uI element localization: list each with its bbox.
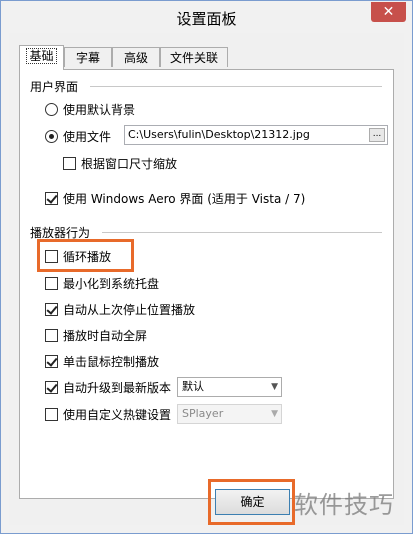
tab-file-association-label: 文件关联 xyxy=(169,51,218,65)
tab-subtitles-label: 字幕 xyxy=(75,51,100,65)
checkbox-custom-hotkeys-box[interactable] xyxy=(45,407,58,421)
checkbox-scale-by-window-label: 根据窗口尺寸缩放 xyxy=(81,156,178,171)
checkbox-resume-playback[interactable]: 自动从上次停止位置播放 xyxy=(45,300,195,318)
ok-button[interactable]: 确定 xyxy=(215,489,290,515)
checkbox-minimize-to-tray-label: 最小化到系统托盘 xyxy=(63,276,160,291)
checkbox-minimize-to-tray[interactable]: 最小化到系统托盘 xyxy=(45,274,159,292)
checkbox-scale-by-window[interactable]: 根据窗口尺寸缩放 xyxy=(63,154,177,172)
browse-file-button[interactable]: ... xyxy=(369,128,385,142)
checkbox-custom-hotkeys-label: 使用自定义热键设置 xyxy=(63,407,172,422)
watermark-text: 软件技巧 xyxy=(294,491,394,519)
tab-advanced[interactable]: 高级 xyxy=(112,47,160,67)
ui-group-title: 用户界面 xyxy=(30,80,79,94)
background-file-path-value: C:\Users\fulin\Desktop\21312.jpg xyxy=(128,128,310,141)
dialog-client: 基础 字幕 高级 文件关联 用户界面 使用默认背景 使用文件 C:\Users\… xyxy=(9,33,404,525)
tab-basic-label: 基础 xyxy=(26,48,57,64)
checkbox-auto-upgrade[interactable]: 自动升级到最新版本 xyxy=(45,378,171,396)
upgrade-channel-value: 默认 xyxy=(182,380,204,393)
checkbox-aero[interactable]: 使用 Windows Aero 界面 (适用于 Vista / 7) xyxy=(45,189,305,207)
upgrade-channel-select[interactable]: 默认 ▼ xyxy=(177,377,282,397)
checkbox-resume-playback-label: 自动从上次停止位置播放 xyxy=(63,302,196,317)
checkbox-auto-fullscreen-box[interactable] xyxy=(45,328,58,342)
checkbox-aero-label: 使用 Windows Aero 界面 (适用于 Vista / 7) xyxy=(63,191,306,206)
hotkey-scheme-value: SPlayer xyxy=(182,407,224,420)
radio-use-file[interactable]: 使用文件 xyxy=(45,127,111,145)
close-button[interactable]: ✕ xyxy=(371,2,406,22)
hotkey-scheme-select[interactable]: SPlayer ▼ xyxy=(177,404,282,424)
checkbox-minimize-to-tray-box[interactable] xyxy=(45,276,58,290)
checkbox-auto-fullscreen[interactable]: 播放时自动全屏 xyxy=(45,326,147,344)
checkbox-auto-upgrade-label: 自动升级到最新版本 xyxy=(63,380,172,395)
checkbox-auto-upgrade-box[interactable] xyxy=(45,380,58,394)
chevron-down-icon: ▼ xyxy=(271,409,278,419)
tab-file-association[interactable]: 文件关联 xyxy=(160,47,228,67)
tab-basic[interactable]: 基础 xyxy=(19,45,64,70)
player-group-divider xyxy=(102,232,382,233)
checkbox-resume-playback-box[interactable] xyxy=(45,302,58,316)
close-icon: ✕ xyxy=(382,4,395,20)
window-title: 设置面板 xyxy=(176,10,237,28)
settings-window: 设置面板 ✕ 基础 字幕 高级 文件关联 用户界面 使用默认背景 使用文件 C:… xyxy=(0,0,413,534)
radio-use-file-indicator[interactable] xyxy=(45,129,58,143)
checkbox-scale-by-window-box[interactable] xyxy=(63,156,76,170)
checkbox-click-control-box[interactable] xyxy=(45,354,58,368)
radio-default-background-indicator[interactable] xyxy=(45,102,58,116)
radio-use-file-label: 使用文件 xyxy=(63,129,112,144)
basic-panel: 用户界面 使用默认背景 使用文件 C:\Users\fulin\Desktop\… xyxy=(19,69,394,499)
tab-subtitles[interactable]: 字幕 xyxy=(64,47,112,67)
title-bar: 设置面板 ✕ xyxy=(1,1,412,33)
radio-default-background[interactable]: 使用默认背景 xyxy=(45,100,135,118)
chevron-down-icon: ▼ xyxy=(271,382,278,392)
checkbox-custom-hotkeys[interactable]: 使用自定义热键设置 xyxy=(45,405,171,423)
checkbox-auto-fullscreen-label: 播放时自动全屏 xyxy=(63,328,148,343)
ui-group-divider xyxy=(90,86,382,87)
tab-advanced-label: 高级 xyxy=(123,51,148,65)
checkbox-click-control[interactable]: 单击鼠标控制播放 xyxy=(45,352,159,370)
checkbox-click-control-label: 单击鼠标控制播放 xyxy=(63,354,160,369)
checkbox-aero-box[interactable] xyxy=(45,191,58,205)
radio-default-background-label: 使用默认背景 xyxy=(63,102,136,117)
loop-highlight-annotation xyxy=(37,239,134,272)
background-file-path-input[interactable]: C:\Users\fulin\Desktop\21312.jpg ... xyxy=(124,125,388,145)
